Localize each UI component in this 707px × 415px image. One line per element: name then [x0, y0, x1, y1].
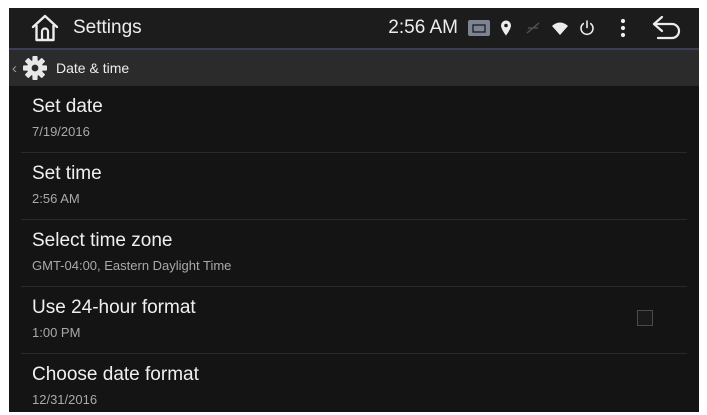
setting-value: 12/31/2016	[32, 392, 98, 407]
overflow-menu-icon[interactable]	[613, 17, 633, 39]
status-bar-right: 2:56 AM	[388, 13, 699, 43]
setting-select-time-zone[interactable]: Select time zone GMT-04:00, Eastern Dayl…	[21, 220, 687, 287]
setting-set-date[interactable]: Set date 7/19/2016	[21, 86, 687, 153]
device-screen: Settings 2:56 AM ‹ Date & time Set date …	[9, 8, 699, 412]
chevron-left-icon: ‹	[12, 59, 17, 77]
settings-list: Set date 7/19/2016 Set time 2:56 AM Sele…	[9, 86, 699, 412]
setting-value: 2:56 AM	[32, 191, 80, 206]
setting-set-time[interactable]: Set time 2:56 AM	[21, 153, 687, 220]
breadcrumb[interactable]: ‹ Date & time	[9, 50, 699, 86]
setting-value: GMT-04:00, Eastern Daylight Time	[32, 258, 232, 273]
signal-icon	[526, 22, 540, 34]
setting-value: 7/19/2016	[32, 124, 90, 139]
gear-icon	[23, 56, 47, 80]
status-bar-left: Settings	[9, 12, 142, 44]
breadcrumb-title: Date & time	[56, 60, 130, 76]
location-icon	[501, 20, 511, 36]
home-icon[interactable]	[29, 12, 61, 44]
setting-title: Choose date format	[32, 364, 199, 385]
page-title: Settings	[73, 17, 142, 38]
back-arrow-icon[interactable]	[649, 13, 685, 43]
setting-choose-date-format[interactable]: Choose date format 12/31/2016	[21, 354, 687, 412]
screen-icon	[468, 20, 490, 36]
setting-title: Select time zone	[32, 230, 173, 251]
power-icon[interactable]	[578, 19, 596, 37]
setting-title: Use 24-hour format	[32, 297, 196, 318]
setting-title: Set time	[32, 163, 102, 184]
wifi-icon	[552, 22, 568, 35]
setting-value: 1:00 PM	[32, 325, 81, 340]
status-bar: Settings 2:56 AM	[9, 8, 699, 50]
setting-use-24-hour-format[interactable]: Use 24-hour format 1:00 PM	[21, 287, 687, 354]
status-time: 2:56 AM	[388, 17, 458, 38]
setting-title: Set date	[32, 96, 103, 117]
use-24-hour-checkbox[interactable]	[637, 310, 653, 326]
